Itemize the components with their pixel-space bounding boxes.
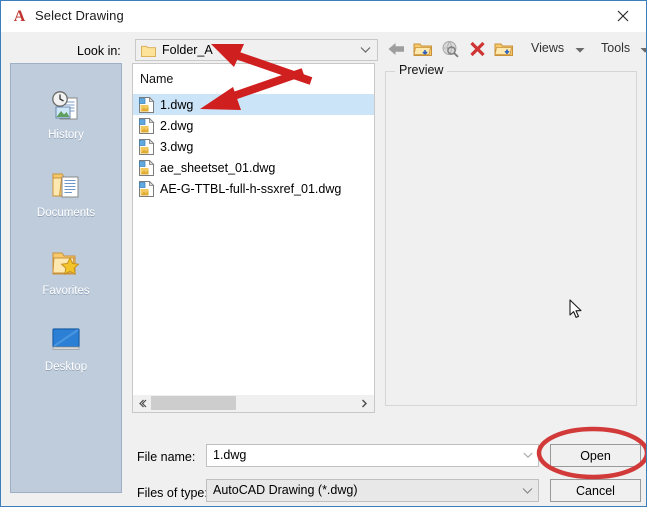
places-item-history[interactable]: History [11,86,121,141]
filename-input[interactable]: 1.dwg [206,444,539,467]
favorites-star-folder-icon [11,242,121,284]
file-name: AE-G-TTBL-full-h-ssxref_01.dwg [160,181,342,196]
search-web-button[interactable] [437,36,463,62]
open-button-label: Open [580,448,611,463]
close-icon [617,10,629,22]
select-drawing-dialog: A Select Drawing Look in: Folder_A Views… [0,0,647,507]
column-header-name: Name [140,72,174,86]
autocad-a-icon: A [13,8,26,25]
file-list-bottom-border [132,412,375,413]
filetype-value: AutoCAD Drawing (*.dwg) [213,483,358,497]
tools-dropdown-arrow-icon[interactable] [640,47,647,54]
back-button[interactable] [383,36,409,62]
file-list-item[interactable]: 3.dwg [133,136,374,157]
file-list-item[interactable]: AE-G-TTBL-full-h-ssxref_01.dwg [133,178,374,199]
views-button[interactable]: Views [531,41,564,55]
dwg-file-icon [139,117,155,134]
places-item-desktop[interactable]: Desktop [11,318,121,373]
places-item-label: History [48,129,84,141]
scrollbar-thumb[interactable] [151,396,236,410]
preview-legend: Preview [395,63,448,77]
history-icon [11,86,121,128]
places-item-label: Documents [36,207,96,219]
filename-chevron-down-icon[interactable] [523,452,533,459]
open-button[interactable]: Open [550,444,641,467]
views-label: Views [531,41,565,55]
search-web-icon [442,41,459,58]
lookin-value: Folder_A [162,43,213,57]
up-one-level-button[interactable] [410,36,436,62]
file-list-item[interactable]: ae_sheetset_01.dwg [133,157,374,178]
file-rows: 1.dwg 2.dwg 3.dwg ae_sheetset_01.dwg AE-… [133,94,374,199]
delete-x-icon [469,41,485,56]
dwg-file-icon [139,180,155,197]
folder-icon [141,45,156,57]
page-title: Select Drawing [35,8,124,23]
places-item-label: Favorites [42,285,90,297]
preview-pane [385,71,637,406]
filename-label: File name: [137,450,196,464]
cancel-button-label: Cancel [576,483,615,498]
documents-folder-icon [11,164,121,206]
views-dropdown-arrow-icon[interactable] [575,47,585,54]
dwg-file-icon [139,159,155,176]
scroll-right-icon [362,399,367,407]
new-folder-icon [494,43,513,56]
back-arrow-icon [388,43,404,55]
lookin-combobox[interactable]: Folder_A [135,39,378,61]
title-bar: A Select Drawing [1,1,646,32]
file-name: 3.dwg [160,139,194,154]
file-list-item[interactable]: 1.dwg [133,94,374,115]
lookin-label: Look in: [77,44,121,58]
filetype-chevron-down-icon[interactable] [522,487,533,495]
places-bar: History Documents Favorites Desktop [10,63,122,493]
tools-label: Tools [601,41,631,55]
dwg-file-icon [139,96,155,113]
places-item-label: Desktop [44,361,88,373]
filetype-label: Files of type: [137,486,208,500]
places-item-favorites[interactable]: Favorites [11,242,121,297]
close-button[interactable] [600,1,646,31]
filename-value: 1.dwg [213,448,247,462]
filetype-select[interactable]: AutoCAD Drawing (*.dwg) [206,479,539,502]
cancel-button[interactable]: Cancel [550,479,641,502]
up-folder-icon [413,43,432,56]
dwg-file-icon [139,138,155,155]
tools-button[interactable]: Tools [601,41,630,55]
delete-button[interactable] [464,36,490,62]
chevron-down-icon[interactable] [360,46,371,54]
places-item-documents[interactable]: Documents [11,164,121,219]
file-list[interactable]: Name 1.dwg 2.dwg 3.dwg ae_sheetset_01.dw… [132,63,375,413]
file-list-horizontal-scrollbar[interactable] [132,395,375,413]
file-name: 2.dwg [160,118,194,133]
scroll-right-button[interactable] [356,395,373,411]
file-name: 1.dwg [160,97,194,112]
new-folder-button[interactable] [491,36,517,62]
file-name: ae_sheetset_01.dwg [160,160,276,175]
desktop-monitor-icon [11,318,121,360]
scroll-left-button[interactable] [134,395,151,411]
scroll-left-icon [139,399,147,407]
file-list-item[interactable]: 2.dwg [133,115,374,136]
